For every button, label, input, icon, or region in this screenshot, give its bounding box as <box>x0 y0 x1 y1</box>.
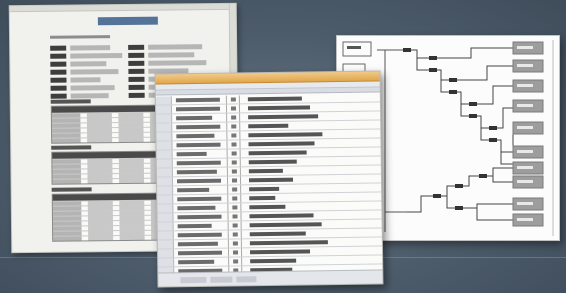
spreadsheet-rows <box>155 93 383 277</box>
report-section-label <box>51 187 92 192</box>
spreadsheet-sheet-tabs <box>158 269 383 287</box>
report-title-block <box>97 16 158 26</box>
report-section-label <box>50 99 91 104</box>
spreadsheet-document <box>154 70 384 288</box>
report-section-label <box>51 145 92 150</box>
report-subtitle-block <box>50 35 111 39</box>
report-top-strip <box>9 3 236 13</box>
report-fields-left <box>50 45 131 102</box>
